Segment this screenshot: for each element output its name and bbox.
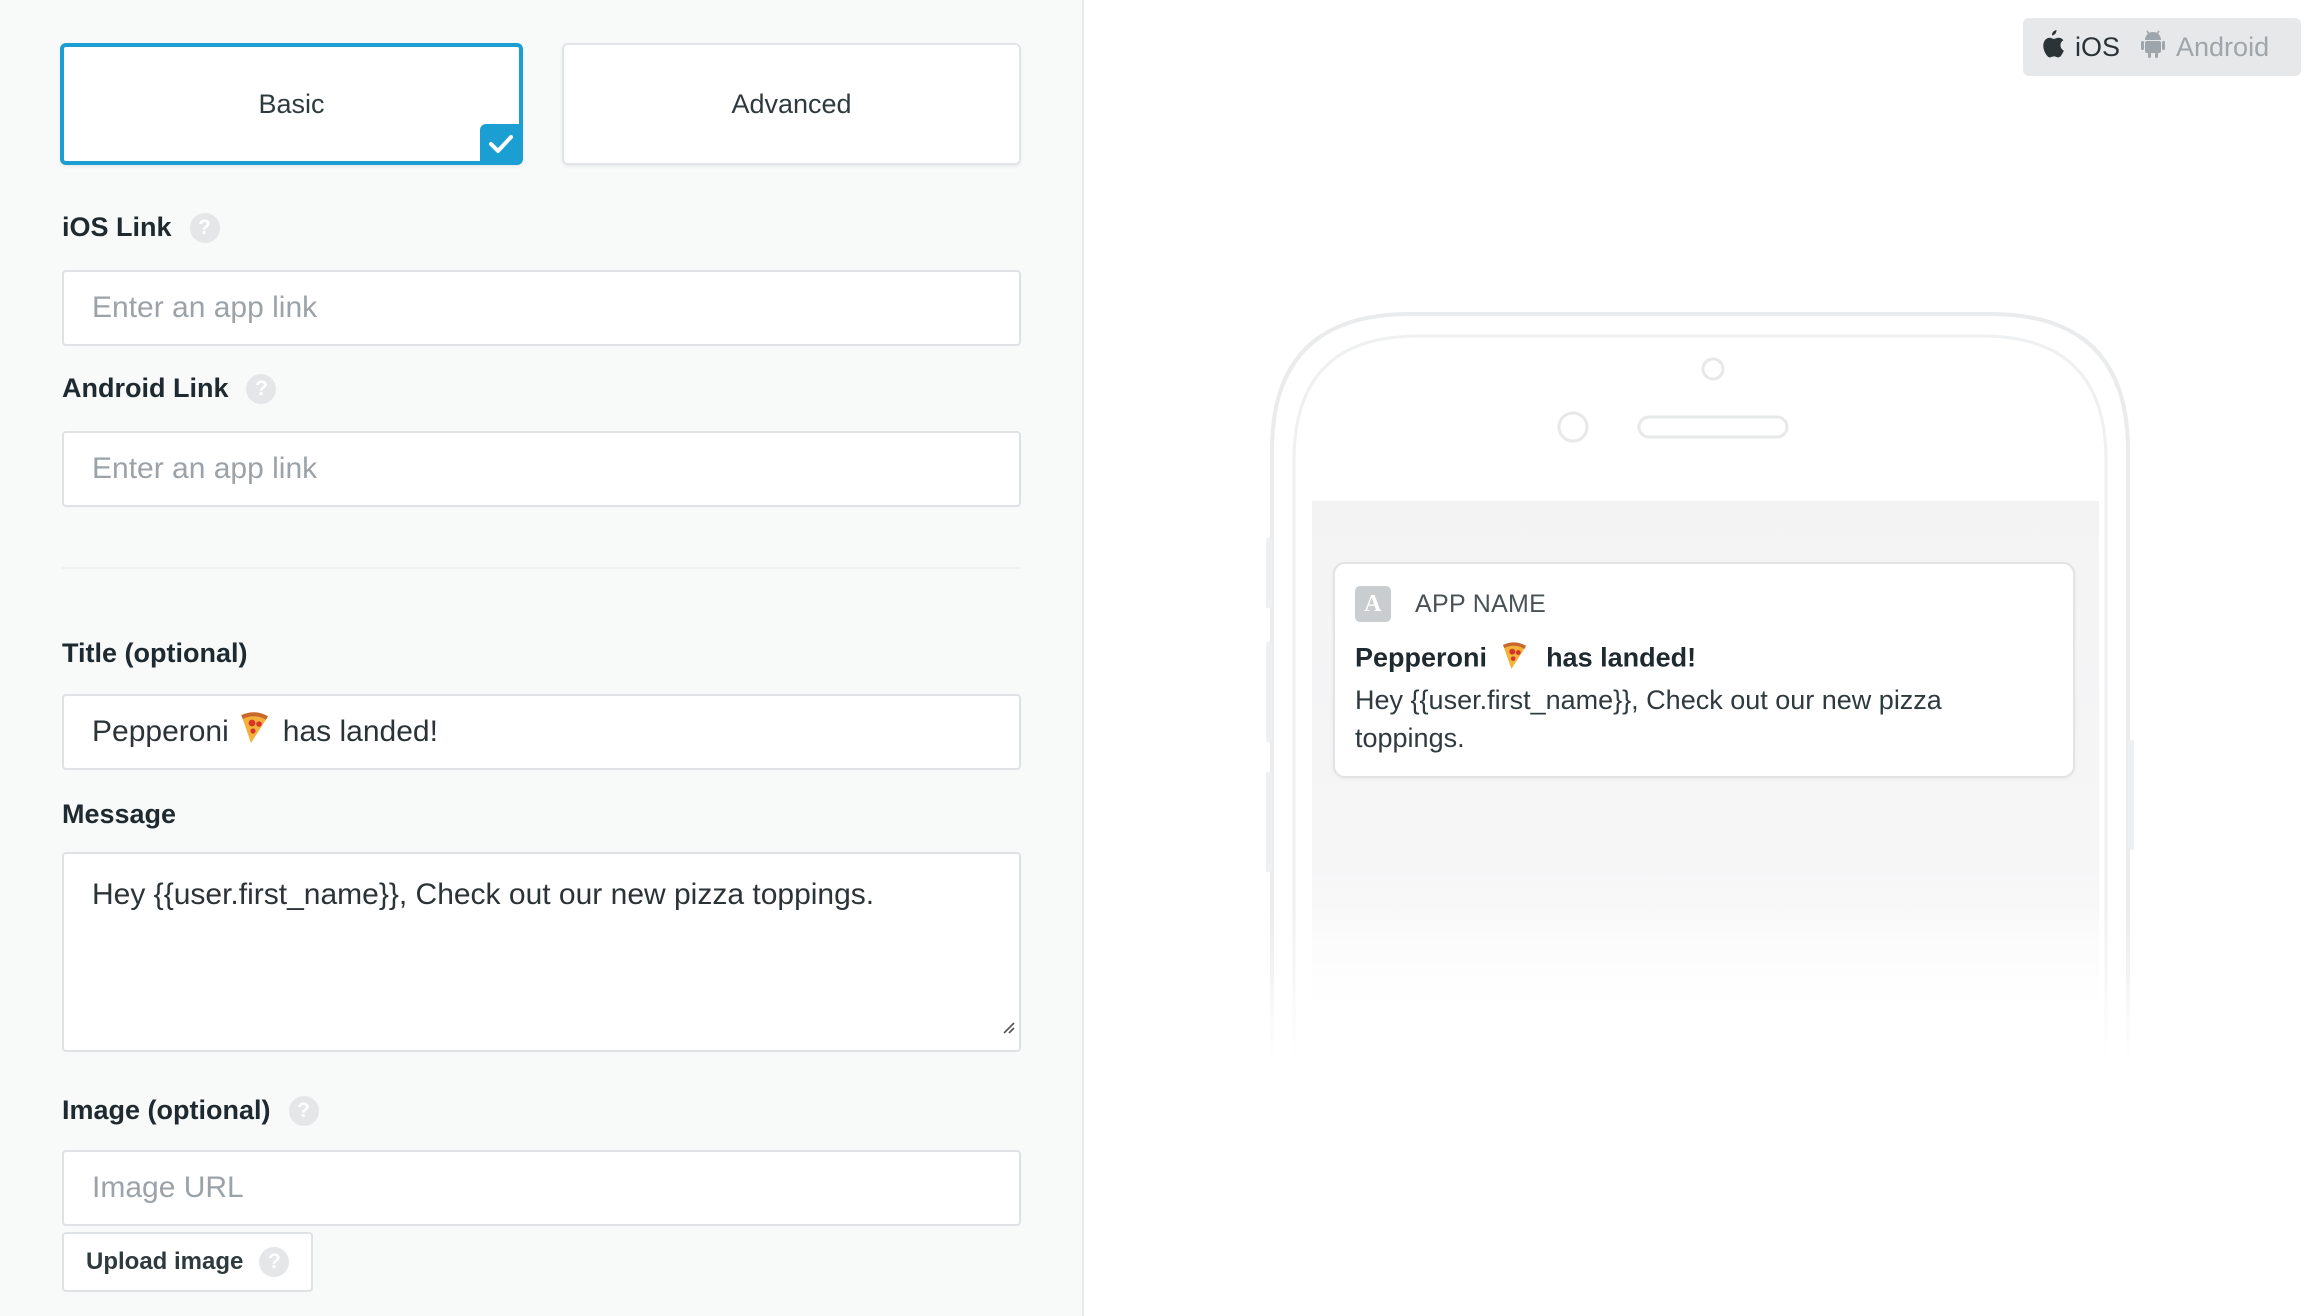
title-value-suffix: has landed! (282, 715, 438, 748)
message-label-text: Message (62, 799, 177, 829)
app-name: APP NAME (1415, 589, 1547, 618)
upload-image-label: Upload image (86, 1248, 244, 1275)
image-help-icon[interactable]: ? (288, 1095, 319, 1126)
message-label: Message (62, 799, 176, 830)
apple-icon (2039, 29, 2065, 66)
notification-title-prefix: Pepperoni (1355, 642, 1488, 673)
android-link-help-icon[interactable]: ? (246, 373, 277, 404)
android-link-label-text: Android Link (62, 373, 229, 403)
title-value-prefix: Pepperoni (92, 715, 229, 748)
image-url-input[interactable] (62, 1150, 1021, 1226)
android-link-label: Android Link ? (62, 373, 277, 404)
message-value: Hey {{user.first_name}}, Check out our n… (92, 878, 875, 911)
selected-check-icon (480, 124, 522, 164)
ios-link-input[interactable] (62, 270, 1021, 346)
title-label-text: Title (optional) (62, 638, 248, 668)
advanced-mode-card[interactable]: Advanced (562, 43, 1021, 165)
section-divider (62, 567, 1021, 569)
ios-link-label: iOS Link ? (62, 212, 220, 243)
image-label-text: Image (optional) (62, 1095, 271, 1125)
ios-toggle-label: iOS (2075, 31, 2121, 62)
notification-title: Pepperoni has landed! (1355, 642, 2053, 677)
resize-grip-icon[interactable] (999, 1004, 1015, 1046)
upload-image-button[interactable]: Upload image ? (62, 1232, 314, 1292)
ios-toggle-option[interactable]: iOS (2039, 29, 2120, 66)
advanced-mode-label: Advanced (731, 88, 852, 119)
android-icon (2140, 29, 2166, 66)
title-input[interactable]: Pepperoni has landed! (62, 694, 1021, 770)
notification-message: Hey {{user.first_name}}, Check out our n… (1355, 685, 1942, 754)
pizza-icon (239, 712, 269, 752)
ios-link-label-text: iOS Link (62, 212, 172, 242)
notification-title-suffix: has landed! (1546, 642, 1697, 673)
upload-help-icon[interactable]: ? (259, 1247, 290, 1277)
android-link-input[interactable] (62, 431, 1021, 507)
title-label: Title (optional) (62, 638, 247, 669)
compose-form-panel: Basic Advanced iOS Link ? Android Link ?… (0, 0, 1084, 1316)
image-label: Image (optional) ? (62, 1095, 319, 1126)
android-toggle-label: Android (2176, 31, 2270, 62)
basic-mode-label: Basic (258, 88, 325, 119)
pizza-icon (1501, 642, 1527, 677)
basic-mode-card[interactable]: Basic (60, 43, 523, 165)
message-textarea[interactable]: Hey {{user.first_name}}, Check out our n… (62, 852, 1021, 1052)
app-icon: A (1355, 586, 1391, 622)
android-toggle-option[interactable]: Android (2140, 29, 2269, 66)
ios-link-help-icon[interactable]: ? (189, 212, 220, 243)
notification-preview: A APP NAME Pepperoni has landed! Hey {{u… (1333, 562, 2075, 778)
notification-header: A APP NAME (1355, 586, 2053, 622)
platform-toggle: iOS Android (2023, 18, 2301, 76)
